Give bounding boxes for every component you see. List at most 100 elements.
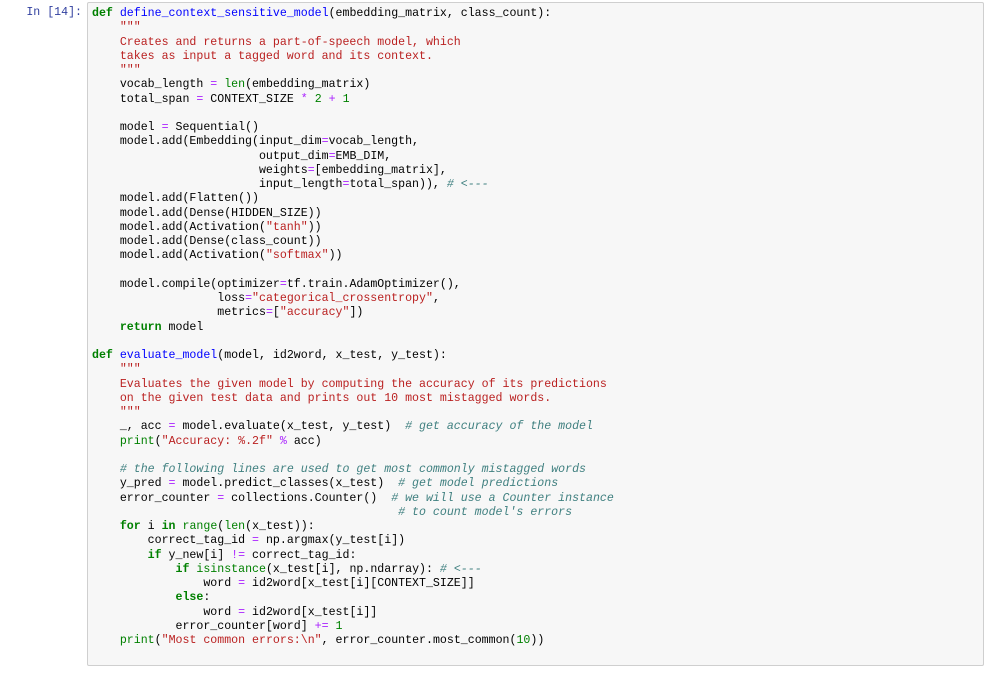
code-line: y_pred = model.predict_classes(x_test) #… (92, 477, 614, 491)
builtin-token: print (119, 634, 155, 647)
string-token: """ (92, 406, 141, 419)
code-text: model.add(Dense(class_count)) (92, 235, 322, 248)
code-text: np.argmax(y_test[i]) (259, 534, 406, 548)
code-line: # the following lines are used to get mo… (92, 463, 614, 477)
comment-token: # get model predictions (398, 477, 559, 491)
code-line: model.add(Dense(class_count)) (92, 235, 614, 249)
code-text: id2word[x_test[i][CONTEXT_SIZE]] (245, 577, 475, 590)
code-line: model.compile(optimizer=tf.train.AdamOpt… (92, 278, 614, 292)
code-line: word = id2word[x_test[i][CONTEXT_SIZE]] (92, 577, 614, 591)
code-text: model.add(Activation( (92, 220, 266, 234)
string-token: "softmax" (265, 249, 329, 263)
operator-token: % (279, 434, 287, 448)
code-text: word (92, 577, 239, 590)
code-text: total_span (92, 92, 197, 106)
code-line: else: (92, 591, 614, 605)
string-token: "Accuracy: %.2f" (161, 434, 273, 448)
code-line: """ (92, 64, 614, 78)
code-text: weights (92, 163, 308, 177)
code-text: Sequential() (168, 121, 260, 134)
code-text: , error_counter.most_common( (321, 634, 517, 647)
keyword-token: in (161, 520, 176, 533)
code-text: (embedding_matrix, class_count): (328, 7, 552, 20)
code-text: )) (328, 249, 343, 263)
code-text: correct_tag_id: (245, 548, 357, 562)
input-prompt: In [14]: (26, 6, 82, 19)
code-line: error_counter[word] += 1 (92, 620, 614, 634)
builtin-token: print (119, 434, 155, 448)
operator-token: = (161, 121, 169, 134)
string-token: "categorical_crossentropy" (252, 292, 433, 305)
code-text: )) (530, 634, 545, 647)
operator-token: != (231, 548, 246, 562)
number-token: 10 (516, 634, 531, 647)
function-name-token: evaluate_model (119, 349, 218, 362)
code-text: model (92, 121, 162, 134)
code-line: takes as input a tagged word and its con… (92, 50, 614, 64)
code-text: model.evaluate(x_test, y_test) (175, 420, 406, 434)
code-editor[interactable]: def define_context_sensitive_model(embed… (92, 7, 614, 648)
code-text: model.add(Flatten()) (92, 192, 259, 206)
comment-token: # get accuracy of the model (405, 420, 593, 434)
code-line: def define_context_sensitive_model(embed… (92, 7, 614, 21)
code-text: _, acc (92, 420, 169, 434)
builtin-token: len (224, 520, 246, 533)
code-line: model.add(Dense(HIDDEN_SIZE)) (92, 207, 614, 221)
code-text: vocab_length (92, 78, 211, 92)
operator-token: = (252, 534, 259, 548)
code-text: ( (154, 434, 162, 448)
code-text: )) (307, 220, 322, 234)
operator-token: += (314, 619, 329, 633)
code-line: """ (92, 21, 614, 35)
code-line: for i in range(len(x_test)): (92, 520, 614, 534)
string-token: Evaluates the given model by computing t… (92, 377, 607, 391)
string-token: takes as input a tagged word and its con… (92, 49, 433, 63)
code-text: y_new[i] (161, 548, 232, 562)
code-line: """ (92, 406, 614, 420)
keyword-token: if (175, 562, 190, 576)
code-line: input_length=total_span)), # <--- (92, 178, 614, 192)
keyword-token: def (92, 349, 113, 362)
code-text: y_pred (92, 477, 169, 491)
string-token: """ (92, 363, 141, 377)
code-text: model.predict_classes(x_test) (175, 477, 399, 491)
comment-token: # <--- (439, 562, 482, 576)
code-text: collections.Counter() (224, 491, 392, 505)
code-line: metrics=["accuracy"]) (92, 306, 614, 320)
code-line: print("Accuracy: %.2f" % acc) (92, 435, 614, 449)
code-text: (embedding_matrix) (245, 78, 371, 92)
code-text: correct_tag_id (92, 534, 253, 548)
string-token: "tanh" (265, 220, 308, 234)
code-text: (x_test[i], np.ndarray): (265, 562, 440, 576)
string-token: on the given test data and prints out 10… (92, 391, 552, 405)
code-cell[interactable]: def define_context_sensitive_model(embed… (87, 2, 984, 666)
code-line: model.add(Flatten()) (92, 192, 614, 206)
operator-token: = (245, 292, 253, 305)
operator-token: = (279, 277, 287, 291)
code-text: [ (272, 306, 280, 320)
code-text: model.add(Activation( (92, 249, 266, 263)
code-text: ( (154, 634, 162, 647)
code-text: metrics (92, 306, 266, 320)
code-text: error_counter[word] (92, 619, 315, 633)
operator-token: = (265, 306, 273, 320)
code-text: loss (92, 292, 246, 305)
code-line: print("Most common errors:\n", error_cou… (92, 634, 614, 648)
operator-token: + (328, 92, 336, 106)
code-text: ]) (349, 306, 364, 320)
string-token: """ (92, 64, 141, 77)
code-text: total_span)), (349, 178, 447, 191)
code-text: EMB_DIM, (335, 149, 392, 163)
